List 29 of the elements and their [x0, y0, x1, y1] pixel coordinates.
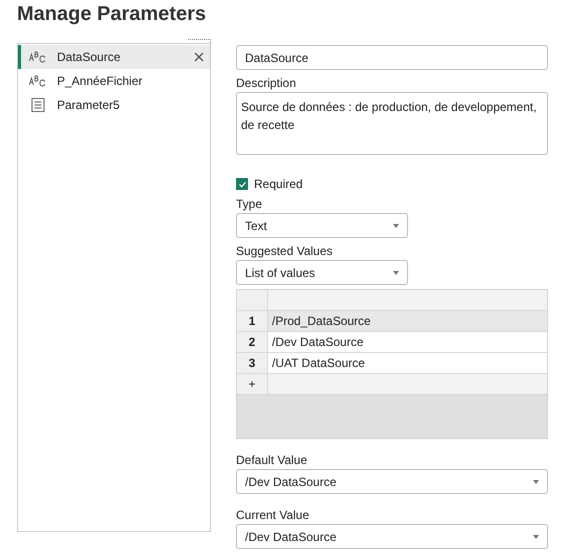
row-number: 3: [237, 353, 268, 373]
field-label: Description: [236, 76, 298, 90]
parameter-item[interactable]: P_AnnéeFichier: [18, 69, 210, 93]
current-value-dropdown[interactable]: /Dev DataSource: [236, 524, 548, 549]
dialog-title: Manage Parameters: [17, 2, 206, 27]
checkbox[interactable]: [236, 178, 248, 190]
new-row-cell[interactable]: [268, 374, 547, 394]
add-row-button[interactable]: +: [237, 374, 268, 394]
document-icon: [29, 98, 47, 112]
row-number: 1: [237, 311, 268, 331]
parameter-item[interactable]: Parameter5: [18, 93, 210, 117]
table-cell[interactable]: /Dev DataSource: [268, 332, 547, 352]
field-label: Current Value: [236, 508, 310, 522]
field-label: Suggested Values: [236, 244, 334, 258]
text-type-icon: [29, 75, 47, 87]
field-label: Default Value: [236, 453, 308, 467]
default-value-dropdown[interactable]: /Dev DataSource: [236, 469, 548, 494]
row-number: 2: [237, 332, 268, 352]
suggested-values-dropdown[interactable]: List of values: [236, 260, 408, 285]
field-label: Type: [236, 197, 264, 211]
description-field[interactable]: Source de données : de production, de developpement, de recette: [236, 92, 548, 155]
close-icon[interactable]: [194, 52, 204, 62]
checkbox-label: Required: [254, 177, 303, 191]
table-cell[interactable]: /Prod_DataSource: [268, 311, 547, 331]
type-dropdown[interactable]: Text: [236, 213, 408, 238]
text-type-icon: [29, 51, 47, 63]
name-field[interactable]: DataSource: [236, 45, 548, 70]
parameter-item[interactable]: DataSource: [18, 45, 210, 69]
table-cell[interactable]: /UAT DataSource: [268, 353, 547, 373]
